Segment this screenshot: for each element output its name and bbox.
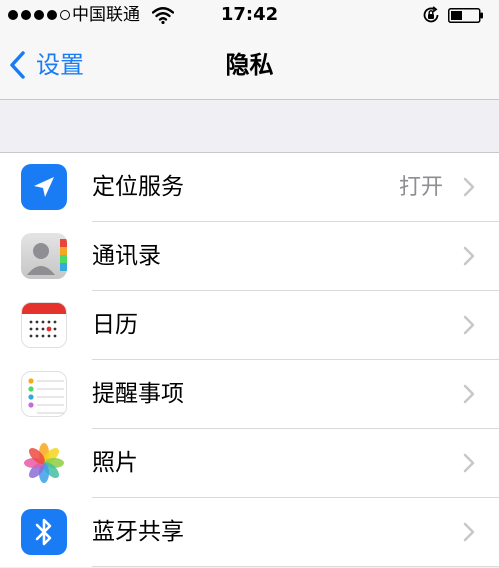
list-item-label: 提醒事项 (92, 381, 184, 407)
chevron-right-icon (463, 177, 475, 197)
reminders-icon (21, 371, 67, 417)
list-item-photos[interactable]: 照片 (0, 429, 499, 498)
list-item-value: 打开 (398, 175, 443, 200)
list-item-bluetooth-sharing[interactable]: 蓝牙共享 (0, 498, 499, 567)
list-item-reminders[interactable]: 提醒事项 (0, 360, 499, 429)
battery-icon (448, 8, 483, 23)
list-item-label: 日历 (92, 312, 138, 338)
bluetooth-icon (21, 509, 67, 555)
chevron-right-icon (463, 246, 475, 266)
location-arrow-icon (21, 164, 67, 210)
calendar-icon (21, 302, 67, 348)
list-item-label: 通讯录 (92, 243, 161, 269)
list-item-label: 蓝牙共享 (92, 519, 184, 545)
status-bar: 中国联通 17:42 (0, 0, 499, 30)
list-item-location-services[interactable]: 定位服务 打开 (0, 153, 499, 222)
navigation-bar: 设置 隐私 (0, 30, 499, 100)
chevron-right-icon (463, 453, 475, 473)
list-item-contacts[interactable]: 通讯录 (0, 222, 499, 291)
contacts-icon (21, 233, 67, 279)
list-item-label: 定位服务 (92, 174, 184, 200)
chevron-right-icon (463, 522, 475, 542)
photos-icon (21, 440, 67, 486)
rotation-lock-icon (423, 6, 439, 23)
chevron-right-icon (463, 384, 475, 404)
list-item-calendar[interactable]: 日历 (0, 291, 499, 360)
list-item-label: 照片 (92, 450, 138, 476)
chevron-right-icon (463, 315, 475, 335)
privacy-list: 定位服务 打开 通讯录 日历 提醒事项 照片 蓝牙共享 (0, 152, 499, 567)
page-title: 隐私 (225, 51, 274, 79)
